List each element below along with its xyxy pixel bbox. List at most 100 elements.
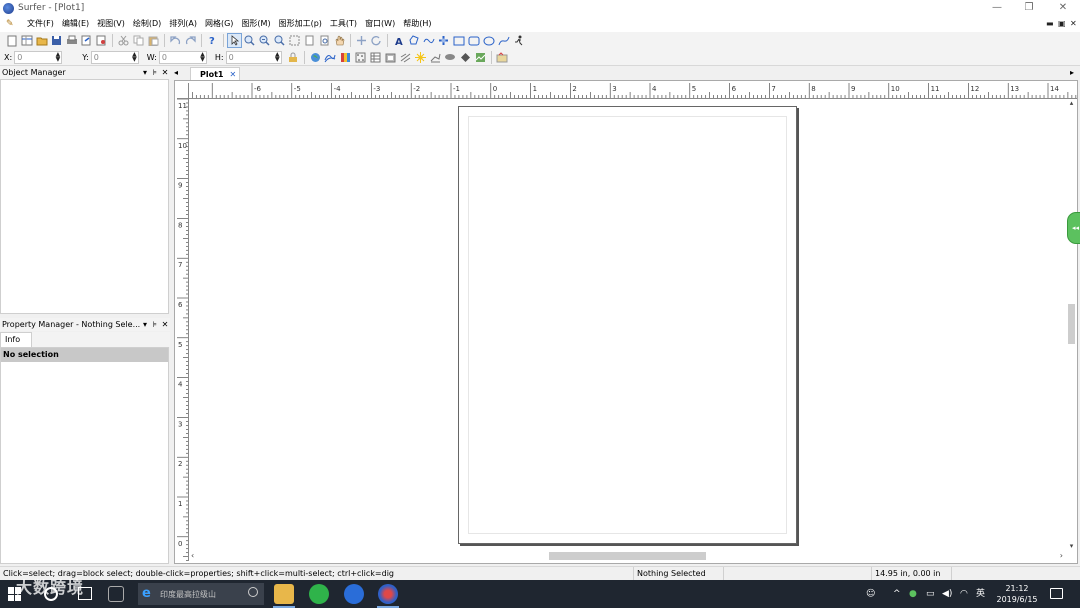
pan-hand-icon[interactable] [332, 33, 347, 48]
select-arrow-icon[interactable] [227, 33, 242, 48]
menu-arrange[interactable]: 排列(A) [165, 16, 201, 32]
surface-icon[interactable] [413, 50, 428, 65]
layer-icon[interactable] [495, 50, 510, 65]
3d-wireframe-icon[interactable] [428, 50, 443, 65]
text-icon[interactable]: A [391, 33, 406, 48]
panel-close-icon[interactable]: ✕ [160, 320, 170, 329]
notification-icon[interactable] [1050, 588, 1063, 599]
people-icon[interactable]: ☺ [866, 580, 875, 608]
tab-scroll-right-icon[interactable]: ▸ [1070, 66, 1074, 80]
rotate-icon[interactable] [369, 33, 384, 48]
app-pinned-icon[interactable] [108, 586, 124, 602]
lock-icon[interactable] [286, 50, 301, 65]
scroll-right-icon[interactable]: › [1060, 550, 1063, 561]
plot-document-area[interactable]: -6 -5 -4 -3 -2 -1 0 1 2 3 4 5 6 7 8 9 10 11 12 13 14 11 10 9 8 7… [174, 80, 1078, 564]
tab-scroll-left-icon[interactable]: ◂ [174, 66, 178, 80]
menu-window[interactable]: 窗口(W) [361, 16, 399, 32]
zoom-rect-icon[interactable] [272, 33, 287, 48]
export-icon[interactable] [79, 33, 94, 48]
file-explorer-icon[interactable] [274, 584, 294, 604]
menu-map[interactable]: 图形(M) [237, 16, 274, 32]
move-icon[interactable] [354, 33, 369, 48]
h-input[interactable]: 0 ▲ ▼ [225, 50, 282, 64]
horizontal-scroll-thumb[interactable] [549, 552, 706, 560]
vertical-scroll-thumb[interactable] [1068, 304, 1075, 344]
menu-edit[interactable]: 编辑(E) [58, 16, 93, 32]
search-icon[interactable] [248, 587, 258, 597]
post-map-icon[interactable] [353, 50, 368, 65]
surfer-taskbar-icon[interactable] [378, 584, 398, 604]
restore-button[interactable]: ❐ [1012, 0, 1046, 16]
pin-icon[interactable]: ⊧ [150, 320, 160, 329]
h-field[interactable]: H: 0 ▲ ▼ [215, 50, 282, 64]
mdi-restore-button[interactable]: ▣ [1058, 16, 1066, 32]
x-field[interactable]: X: 0 ▲ ▼ [4, 50, 63, 64]
horizontal-scrollbar[interactable]: ‹ › [189, 550, 1065, 561]
minimize-button[interactable]: — [980, 0, 1014, 16]
close-button[interactable]: ✕ [1046, 0, 1080, 16]
system-menu-icon[interactable]: ✎ [6, 19, 18, 29]
watershed-icon[interactable] [458, 50, 473, 65]
tab-info[interactable]: Info [0, 332, 32, 347]
w-input[interactable]: 0 ▲ ▼ [158, 50, 207, 64]
new-worksheet-icon[interactable] [19, 33, 34, 48]
pin-icon[interactable]: ⊧ [150, 68, 160, 77]
color-relief-icon[interactable] [338, 50, 353, 65]
3d-surface-icon[interactable] [443, 50, 458, 65]
new-doc-icon[interactable] [4, 33, 19, 48]
y-field[interactable]: Y: 0 ▲ ▼ [82, 50, 139, 64]
classed-post-icon[interactable] [383, 50, 398, 65]
zoom-out-icon[interactable] [257, 33, 272, 48]
polyline-icon[interactable] [421, 33, 436, 48]
scroll-down-icon[interactable]: ▾ [1066, 542, 1077, 550]
zoom-actual-icon[interactable] [317, 33, 332, 48]
polygon-icon[interactable] [406, 33, 421, 48]
contour-map-icon[interactable] [323, 50, 338, 65]
zoom-extents-icon[interactable] [287, 33, 302, 48]
tab-close-icon[interactable]: ✕ [230, 70, 237, 79]
print-icon[interactable] [64, 33, 79, 48]
runner-icon[interactable] [511, 33, 526, 48]
paste-icon[interactable] [146, 33, 161, 48]
mdi-minimize-button[interactable]: ▬ [1046, 16, 1054, 32]
symbol-icon[interactable] [436, 33, 451, 48]
volume-icon[interactable]: ◀) [942, 580, 952, 608]
zoom-in-icon[interactable] [242, 33, 257, 48]
input-language[interactable]: 英 [976, 580, 985, 608]
wps-app-icon[interactable] [344, 584, 364, 604]
ellipse-icon[interactable] [481, 33, 496, 48]
x-spinner-icon[interactable]: ▲ ▼ [56, 51, 61, 62]
menu-view[interactable]: 视图(V) [93, 16, 129, 32]
x-input[interactable]: 0 ▲ ▼ [14, 50, 63, 64]
tray-app-icon[interactable]: ● [909, 580, 917, 608]
drawing-page[interactable] [458, 106, 797, 544]
floating-assistant-button[interactable]: ◂◂ [1067, 212, 1080, 244]
taskbar-clock[interactable]: 21:12 2019/6/15 [990, 583, 1044, 605]
w-field[interactable]: W: 0 ▲ ▼ [147, 50, 207, 64]
menu-grid[interactable]: 网格(G) [201, 16, 237, 32]
profile-icon[interactable] [473, 50, 488, 65]
tab-plot1[interactable]: Plot1 ✕ [190, 67, 240, 80]
undo-icon[interactable] [168, 33, 183, 48]
y-input[interactable]: 0 ▲ ▼ [90, 50, 139, 64]
menu-map-tools[interactable]: 图形加工(p) [275, 16, 326, 32]
panel-close-icon[interactable]: ✕ [160, 68, 170, 77]
scroll-left-icon[interactable]: ‹ [191, 550, 194, 561]
panel-menu-icon[interactable]: ▾ [140, 68, 150, 77]
browser-app-icon[interactable] [309, 584, 329, 604]
menu-draw[interactable]: 绘制(D) [129, 16, 165, 32]
w-spinner-icon[interactable]: ▲ ▼ [200, 51, 205, 62]
taskbar-search-box[interactable]: e 印度最高拉级山 [138, 583, 264, 605]
help-icon[interactable]: ? [205, 33, 220, 48]
vector-map-icon[interactable] [398, 50, 413, 65]
cut-icon[interactable] [116, 33, 131, 48]
battery-icon[interactable]: ▭ [926, 580, 935, 608]
rectangle-icon[interactable] [451, 33, 466, 48]
save-icon[interactable] [49, 33, 64, 48]
menu-file[interactable]: 文件(F) [23, 16, 58, 32]
scroll-up-icon[interactable]: ▴ [1066, 99, 1077, 107]
y-spinner-icon[interactable]: ▲ ▼ [132, 51, 137, 62]
menu-tools[interactable]: 工具(T) [326, 16, 361, 32]
object-manager-panel[interactable] [0, 79, 169, 314]
rounded-rect-icon[interactable] [466, 33, 481, 48]
